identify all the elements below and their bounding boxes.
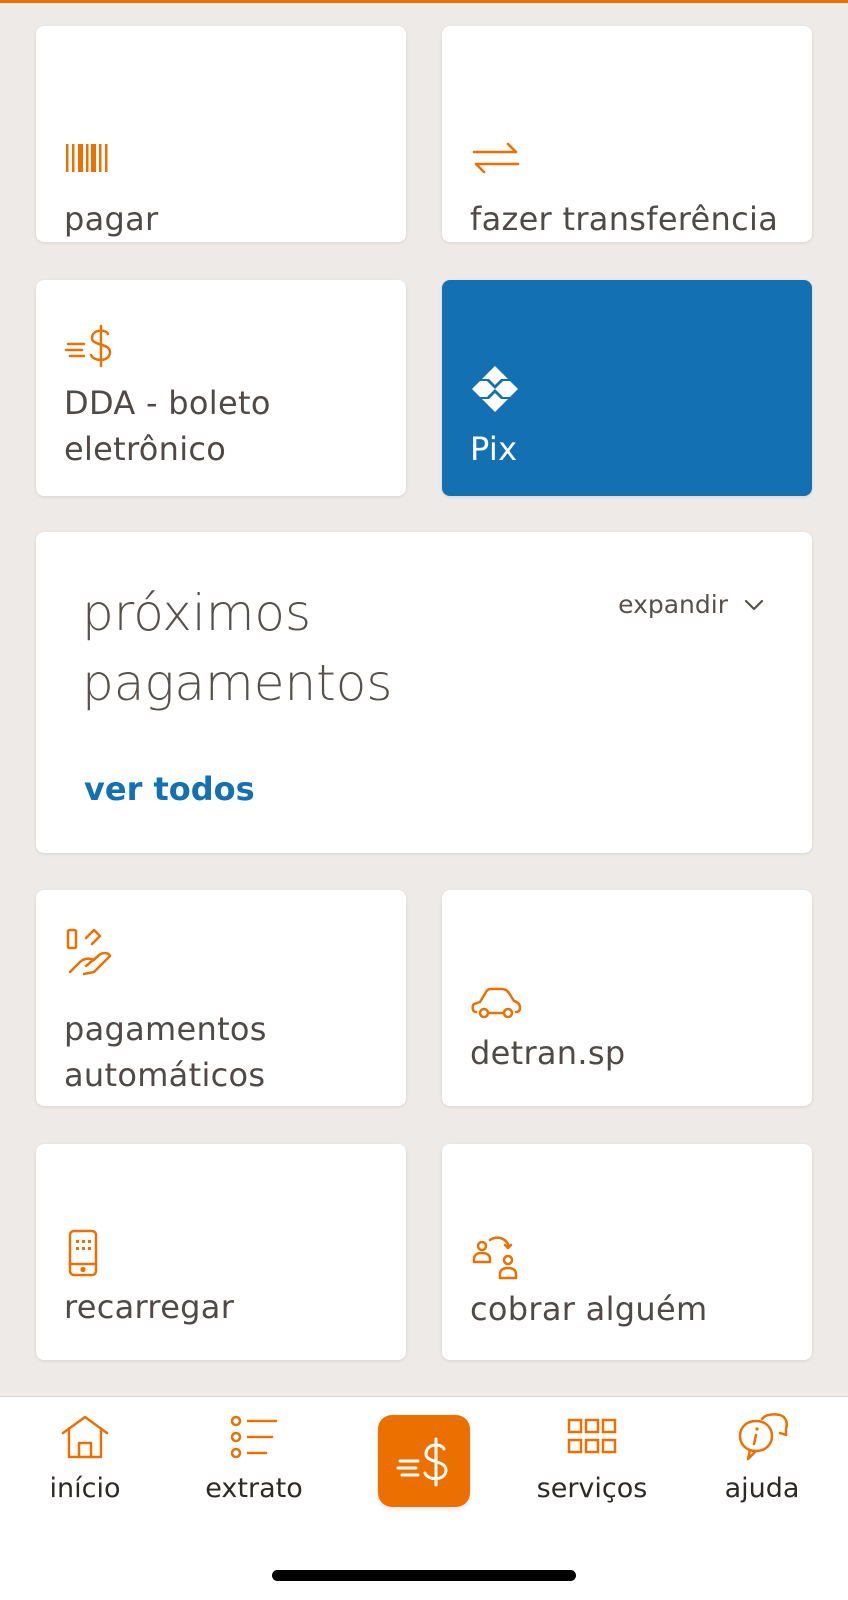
pix-tile[interactable]: Pix — [442, 280, 812, 496]
charge-tile[interactable]: cobrar alguém — [442, 1144, 812, 1360]
nav-help-label: ajuda — [724, 1473, 800, 1504]
recharge-label: recarregar — [64, 1288, 235, 1326]
grid-icon — [566, 1411, 618, 1463]
pay-tile[interactable]: pagar — [36, 26, 406, 242]
transfer-arrows-icon — [470, 134, 522, 182]
upcoming-payments-title: próximos pagamentos — [82, 584, 393, 712]
phone-icon — [64, 1228, 104, 1280]
see-all-link[interactable]: ver todos — [84, 770, 255, 808]
dda-tile[interactable]: DDA - boleto eletrônico — [36, 280, 406, 496]
top-accent-line — [0, 0, 848, 3]
list-icon — [228, 1411, 280, 1463]
nav-home[interactable]: início — [15, 1411, 155, 1521]
fast-money-icon — [64, 318, 116, 370]
nav-statement-label: extrato — [205, 1473, 303, 1504]
auto-payments-label: pagamentos automáticos — [64, 1010, 267, 1094]
fast-money-icon — [396, 1437, 448, 1487]
upcoming-payments-card: próximos pagamentos expandir ver todos — [36, 532, 812, 853]
hand-payment-icon — [64, 926, 116, 978]
barcode-icon — [64, 134, 112, 182]
nav-home-label: início — [49, 1473, 121, 1504]
request-money-people-icon — [470, 1232, 522, 1282]
transfer-tile[interactable]: fazer transferência — [442, 26, 812, 242]
detran-label: detran.sp — [470, 1034, 626, 1072]
detran-tile[interactable]: detran.sp — [442, 890, 812, 1106]
pix-icon — [470, 364, 520, 414]
charge-label: cobrar alguém — [470, 1290, 708, 1328]
nav-statement[interactable]: extrato — [184, 1411, 324, 1521]
home-icon — [59, 1411, 111, 1463]
pay-label: pagar — [64, 200, 159, 238]
transfer-label: fazer transferência — [470, 200, 779, 238]
nav-services-label: serviços — [536, 1473, 648, 1504]
pix-label: Pix — [470, 430, 518, 468]
help-chat-icon — [736, 1411, 788, 1463]
payments-center-button[interactable] — [378, 1415, 470, 1507]
recharge-tile[interactable]: recarregar — [36, 1144, 406, 1360]
expand-button[interactable]: expandir — [618, 590, 766, 619]
expand-label: expandir — [618, 590, 728, 619]
car-icon — [470, 984, 522, 1024]
nav-services[interactable]: serviços — [522, 1411, 662, 1521]
dda-label: DDA - boleto eletrônico — [64, 384, 271, 468]
nav-help[interactable]: ajuda — [692, 1411, 832, 1521]
auto-payments-tile[interactable]: pagamentos automáticos — [36, 890, 406, 1106]
chevron-down-icon — [742, 590, 766, 619]
home-indicator — [272, 1570, 576, 1581]
